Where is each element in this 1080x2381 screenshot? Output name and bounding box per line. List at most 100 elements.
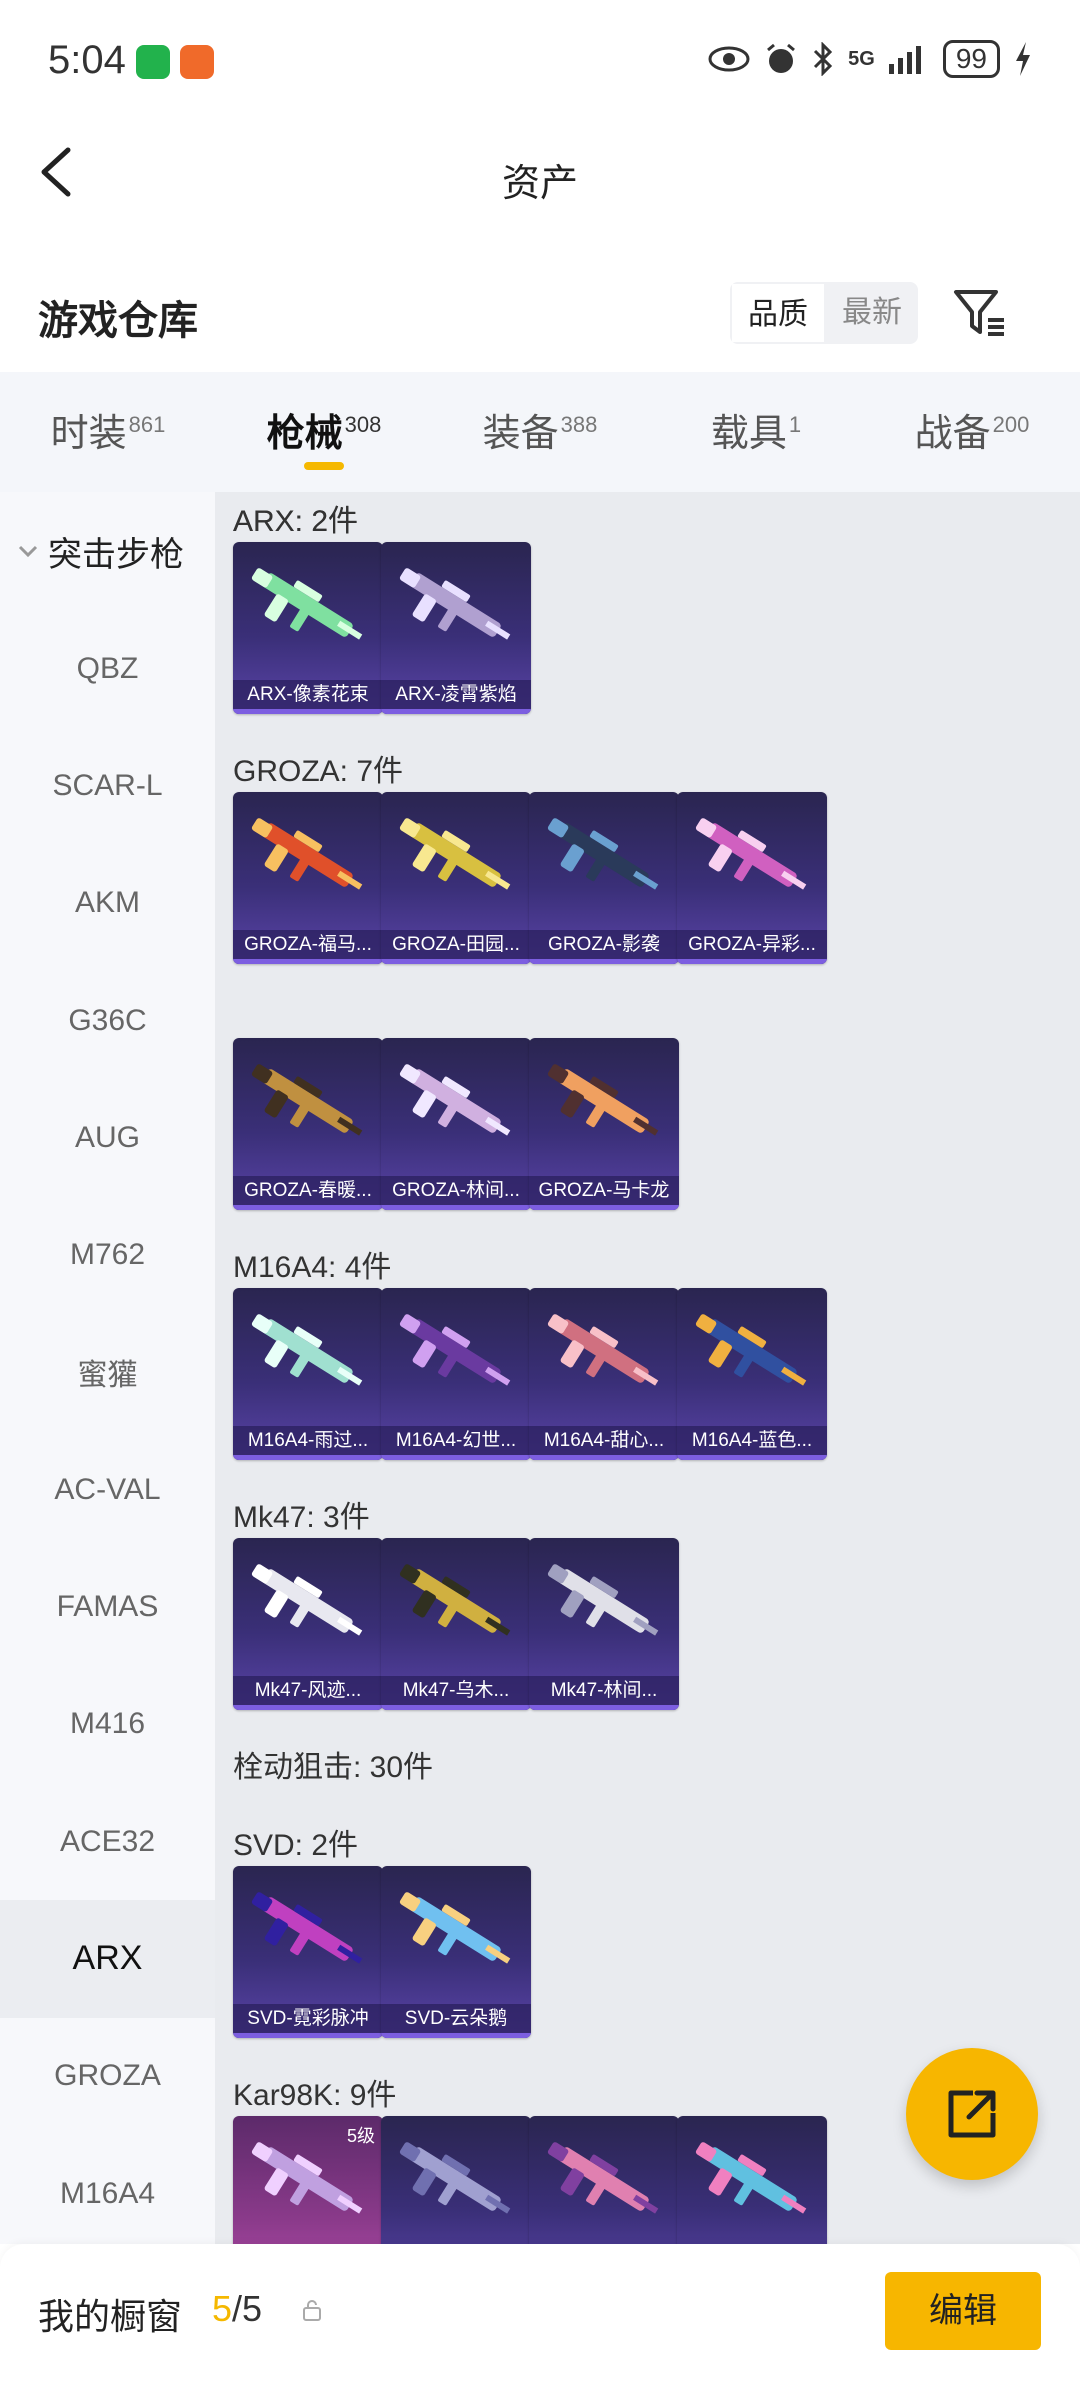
tab-label: 战备 [914,413,991,455]
filter-icon[interactable] [950,282,1010,342]
tab-label: 枪械 [266,413,343,455]
weapon-skin-card[interactable]: Mk47-林间... [529,1538,679,1710]
showcase-label: 我的橱窗 [38,2296,183,2337]
tab-supplies[interactable]: 战备200 [864,372,1080,492]
tab-fashion[interactable]: 时装861 [0,372,216,492]
showcase-count: 5/5 [212,2288,262,2330]
weapon-skin-name: ARX-凌霄紫焰 [381,680,531,714]
warehouse-header: 游戏仓库 品质 最新 [0,260,1080,370]
weapon-skin-card[interactable]: GROZA-林间... [381,1038,531,1210]
tab-count: 308 [344,412,382,438]
top-nav: 资产 [0,120,1080,230]
weapon-image-icon [399,1564,511,1636]
status-icons: 5G 99 [708,40,1032,78]
sort-option-newest[interactable]: 最新 [826,282,918,344]
weapon-skin-card[interactable] [677,2116,827,2244]
sidebar-item-ac-val[interactable]: AC-VAL [0,1431,215,1548]
network-label: 5G [848,47,875,70]
app-notification-icon [180,45,214,79]
weapon-skin-card[interactable]: GROZA-影袭 [529,792,679,964]
section-label: M16A4: 4件 [233,1251,392,1284]
weapon-image-icon [547,1564,659,1636]
tab-count: 1 [788,412,802,438]
sidebar-group-label: 突击步枪 [48,535,184,574]
sidebar-item-honey-badger[interactable]: 蜜獾 [0,1314,215,1431]
sidebar-group-assault-rifles[interactable]: 突击步枪 [0,492,215,610]
weapon-skin-card[interactable]: GROZA-春暖... [233,1038,383,1210]
weapon-skin-card[interactable]: SVD-霓彩脉冲 [233,1866,383,2038]
weapon-skin-card[interactable]: Mk47-风迹... [233,1538,383,1710]
weapon-skin-name: Mk47-风迹... [233,1676,383,1710]
weapon-image-icon [399,2142,511,2214]
weapon-type-sidebar: 突击步枪 QBZ SCAR-L AKM G36C AUG M762 蜜獾 AC-… [0,492,215,2244]
eye-icon [708,46,750,72]
battery-indicator: 99 [942,40,1000,78]
status-bar: 5:04 5G 99 [0,0,1080,120]
weapon-skin-name: ARX-像素花束 [233,680,383,714]
weapon-skin-card[interactable]: Mk47-乌木... [381,1538,531,1710]
weapon-skin-card[interactable]: M16A4-幻世... [381,1288,531,1460]
share-icon [948,2090,996,2138]
showcase-count-total: /5 [232,2288,263,2329]
sidebar-item-m762[interactable]: M762 [0,1196,215,1313]
sidebar-item-m416[interactable]: M416 [0,1666,215,1783]
status-time: 5:04 [48,38,126,82]
weapon-skin-name: SVD-霓彩脉冲 [233,2004,383,2038]
weapon-skin-card[interactable] [381,2116,531,2244]
sort-toggle: 品质 最新 [730,282,918,344]
showcase-bar: 我的橱窗 5/5 编辑 [0,2244,1080,2381]
sidebar-item-aug[interactable]: AUG [0,1079,215,1196]
weapon-image-icon [399,1064,511,1136]
sidebar-item-akm[interactable]: AKM [0,845,215,962]
weapon-image-icon [547,818,659,890]
weapon-skin-card[interactable]: SVD-云朵鹅 [381,1866,531,2038]
weapon-skin-card[interactable] [529,2116,679,2244]
weapon-skin-name: GROZA-春暖... [233,1176,383,1210]
category-tabs: 时装861 枪械308 装备388 载具1 战备200 [0,372,1080,492]
weapon-skin-card[interactable]: GROZA-福马... [233,792,383,964]
sidebar-item-groza[interactable]: GROZA [0,2018,215,2135]
edit-button[interactable]: 编辑 [885,2272,1041,2350]
sidebar-item-qbz[interactable]: QBZ [0,610,215,727]
sidebar-item-scar-l[interactable]: SCAR-L [0,727,215,844]
weapon-image-icon [251,1892,363,1964]
tab-vehicles[interactable]: 载具1 [648,372,864,492]
weapon-skin-card[interactable]: 5级 [233,2116,383,2244]
tab-count: 200 [992,412,1030,438]
section-label: GROZA: 7件 [233,755,404,788]
weapon-skin-card[interactable]: GROZA-田园... [381,792,531,964]
weapon-image-icon [695,1314,807,1386]
sort-option-quality[interactable]: 品质 [730,282,826,344]
weapon-image-icon [547,2142,659,2214]
warehouse-title: 游戏仓库 [38,299,198,343]
level-badge: 5级 [346,2126,375,2146]
weapon-skin-name: SVD-云朵鹅 [381,2004,531,2038]
sidebar-item-famas[interactable]: FAMAS [0,1548,215,1665]
weapon-skin-card[interactable]: M16A4-雨过... [233,1288,383,1460]
share-button[interactable] [906,2048,1038,2180]
weapon-image-icon [251,1564,363,1636]
page-title: 资产 [501,163,578,205]
weapon-skin-name: Mk47-林间... [529,1676,679,1710]
weapon-image-icon [251,818,363,890]
weapon-skin-card[interactable]: M16A4-蓝色... [677,1288,827,1460]
weapon-skin-name: M16A4-蓝色... [677,1426,827,1460]
weapon-skin-name: GROZA-田园... [381,930,531,964]
weapon-image-icon [547,1314,659,1386]
weapon-skin-card[interactable]: GROZA-异彩... [677,792,827,964]
tab-count: 861 [128,412,166,438]
weapon-image-icon [399,818,511,890]
sidebar-item-g36c[interactable]: G36C [0,962,215,1079]
weapon-skin-card[interactable]: M16A4-甜心... [529,1288,679,1460]
tab-label: 装备 [482,413,559,455]
sidebar-item-ace32[interactable]: ACE32 [0,1783,215,1900]
tab-weapons[interactable]: 枪械308 [216,372,432,492]
weapon-skin-card[interactable]: GROZA-马卡龙 [529,1038,679,1210]
weapon-skin-card[interactable]: ARX-像素花束 [233,542,383,714]
tab-equipment[interactable]: 装备388 [432,372,648,492]
sidebar-item-arx[interactable]: ARX [0,1900,215,2018]
weapon-skin-card[interactable]: ARX-凌霄紫焰 [381,542,531,714]
sidebar-item-m16a4[interactable]: M16A4 [0,2135,215,2244]
bluetooth-icon [814,42,833,76]
signal-icon [888,46,921,74]
